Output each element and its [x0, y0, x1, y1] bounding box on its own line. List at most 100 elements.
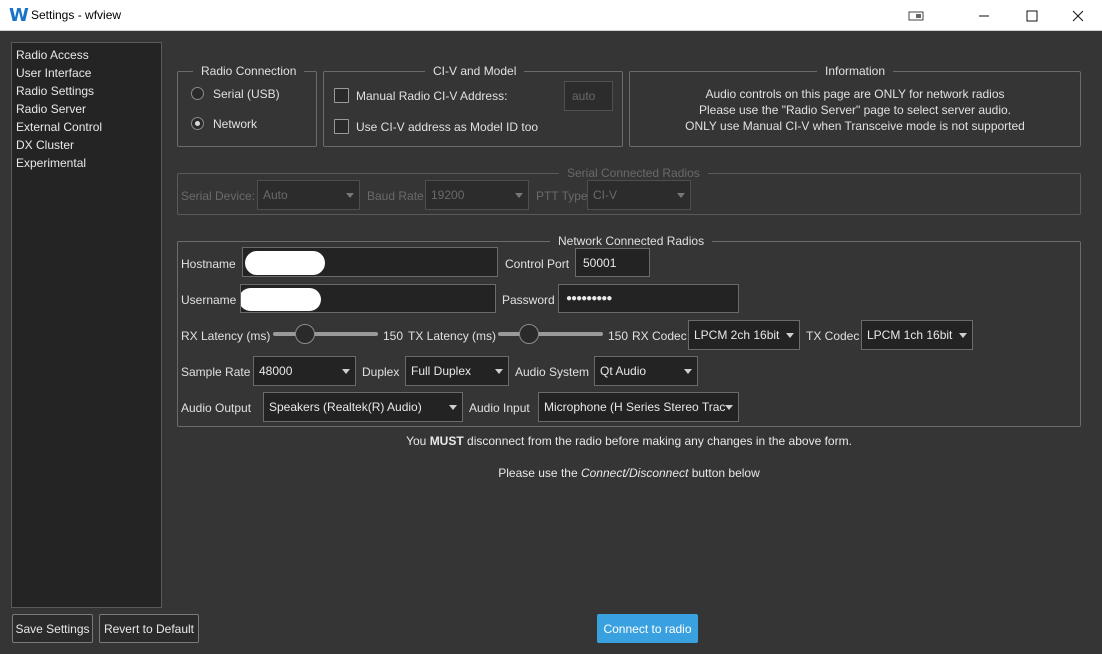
password-input[interactable]: ●●●●●●●●● [558, 284, 739, 313]
audio-output-label: Audio Output [181, 401, 252, 415]
username-input[interactable] [240, 284, 496, 313]
civ-model-title: CI-V and Model [425, 64, 525, 78]
redacted-hostname [245, 251, 325, 275]
tx-latency-slider[interactable] [519, 324, 539, 344]
sidebar-item-radio-access[interactable]: Radio Access [12, 46, 161, 64]
serial-usb-radio[interactable] [191, 87, 204, 100]
audio-input-label: Audio Input [469, 401, 530, 415]
ptt-type-label: PTT Type [536, 189, 588, 203]
civ-model-id-checkbox[interactable] [334, 119, 349, 134]
rx-latency-slider[interactable] [295, 324, 315, 344]
rx-latency-track [273, 332, 378, 336]
chevron-down-icon [515, 193, 523, 198]
sample-rate-select[interactable]: 48000 [253, 356, 356, 386]
serial-device-select[interactable]: Auto [257, 180, 360, 210]
baud-rate-select[interactable]: 19200 [425, 180, 529, 210]
information-title: Information [817, 64, 894, 78]
control-port-input[interactable]: 50001 [575, 248, 650, 277]
info-line-3: ONLY use Manual CI-V when Transceive mod… [685, 119, 1025, 133]
network-radios-title: Network Connected Radios [550, 234, 713, 248]
password-label: Password [502, 293, 555, 307]
settings-sidebar: Radio Access User Interface Radio Settin… [11, 42, 162, 608]
sidebar-item-radio-settings[interactable]: Radio Settings [12, 82, 161, 100]
serial-device-label: Serial Device: [181, 189, 256, 203]
network-radios-group: Network Connected Radios Hostname Contro… [177, 234, 1081, 427]
disconnect-emphasis: MUST [429, 434, 464, 448]
info-line-1: Audio controls on this page are ONLY for… [705, 87, 1005, 101]
network-label: Network [213, 117, 258, 131]
revert-to-default-button[interactable]: Revert to Default [99, 614, 199, 643]
chevron-down-icon [346, 193, 354, 198]
audio-output-select[interactable]: Speakers (Realtek(R) Audio) [263, 392, 463, 422]
window-title: Settings - wfview [31, 8, 122, 22]
redacted-username [241, 288, 321, 311]
sidebar-item-dx-cluster[interactable]: DX Cluster [12, 136, 161, 154]
audio-output-value: Speakers (Realtek(R) Audio) [269, 400, 422, 414]
close-button[interactable] [1055, 0, 1101, 31]
tx-codec-value: LPCM 1ch 16bit [867, 328, 953, 342]
rx-codec-select[interactable]: LPCM 2ch 16bit [688, 320, 800, 350]
civ-address-input[interactable]: auto [564, 81, 613, 111]
audio-input-select[interactable]: Microphone (H Series Stereo Trac [538, 392, 739, 422]
sidebar-item-user-interface[interactable]: User Interface [12, 64, 161, 82]
duplex-label: Duplex [362, 365, 400, 379]
sidebar-item-experimental[interactable]: Experimental [12, 154, 161, 172]
audio-system-label: Audio System [515, 365, 590, 379]
radio-connection-group: Radio Connection Serial (USB) Network [177, 64, 317, 147]
app-logo-icon: W [9, 5, 29, 26]
civ-model-group: CI-V and Model Manual Radio CI-V Address… [323, 64, 623, 147]
sidebar-item-radio-server[interactable]: Radio Server [12, 100, 161, 118]
tx-codec-label: TX Codec [806, 329, 860, 343]
maximize-button[interactable] [1009, 0, 1055, 31]
manual-civ-checkbox[interactable] [334, 88, 349, 103]
audio-input-value: Microphone (H Series Stereo Trac [544, 400, 726, 414]
sample-rate-label: Sample Rate [181, 365, 251, 379]
sidebar-item-external-control[interactable]: External Control [12, 118, 161, 136]
username-label: Username [181, 293, 237, 307]
minimize-button[interactable] [961, 0, 1007, 31]
chevron-down-icon [684, 369, 692, 374]
chevron-down-icon [725, 405, 733, 410]
duplex-select[interactable]: Full Duplex [405, 356, 509, 386]
serial-device-value: Auto [263, 188, 288, 202]
disconnect-warning: You MUST disconnect from the radio befor… [177, 434, 1081, 448]
serial-radios-title: Serial Connected Radios [559, 166, 708, 180]
connect-prefix: Please use the [498, 466, 581, 480]
tx-latency-value: 150 [608, 329, 629, 343]
audio-system-value: Qt Audio [600, 364, 647, 378]
disconnect-prefix: You [406, 434, 430, 448]
hostname-input[interactable] [242, 247, 498, 277]
disconnect-suffix: disconnect from the radio before making … [463, 434, 852, 448]
chevron-down-icon [959, 333, 967, 338]
tx-codec-select[interactable]: LPCM 1ch 16bit [861, 320, 973, 350]
rx-codec-label: RX Codec [632, 329, 687, 343]
baud-rate-label: Baud Rate [367, 189, 424, 203]
rx-latency-label: RX Latency (ms) [181, 329, 271, 343]
radio-connection-title: Radio Connection [193, 64, 305, 78]
control-port-label: Control Port [505, 257, 570, 271]
rx-latency-value: 150 [383, 329, 404, 343]
connect-suffix: button below [688, 466, 760, 480]
rx-codec-value: LPCM 2ch 16bit [694, 328, 780, 342]
save-settings-button[interactable]: Save Settings [12, 614, 93, 643]
info-line-2: Please use the "Radio Server" page to se… [698, 103, 1012, 117]
restore-layout-icon[interactable] [893, 0, 939, 31]
ptt-type-value: CI-V [593, 188, 617, 202]
tx-latency-label: TX Latency (ms) [408, 329, 497, 343]
information-group: Information Audio controls on this page … [629, 64, 1081, 147]
civ-model-id-label: Use CI-V address as Model ID too [356, 120, 539, 134]
connect-to-radio-button[interactable]: Connect to radio [597, 614, 698, 643]
sample-rate-value: 48000 [259, 364, 293, 378]
chevron-down-icon [786, 333, 794, 338]
ptt-type-select[interactable]: CI-V [587, 180, 691, 210]
audio-system-select[interactable]: Qt Audio [594, 356, 698, 386]
network-radio[interactable] [191, 117, 204, 130]
chevron-down-icon [677, 193, 685, 198]
serial-usb-label: Serial (USB) [213, 87, 280, 101]
baud-rate-value: 19200 [431, 188, 465, 202]
tx-latency-track [498, 332, 603, 336]
chevron-down-icon [342, 369, 350, 374]
chevron-down-icon [495, 369, 503, 374]
connect-emphasis: Connect/Disconnect [580, 466, 689, 480]
hostname-label: Hostname [181, 257, 236, 271]
